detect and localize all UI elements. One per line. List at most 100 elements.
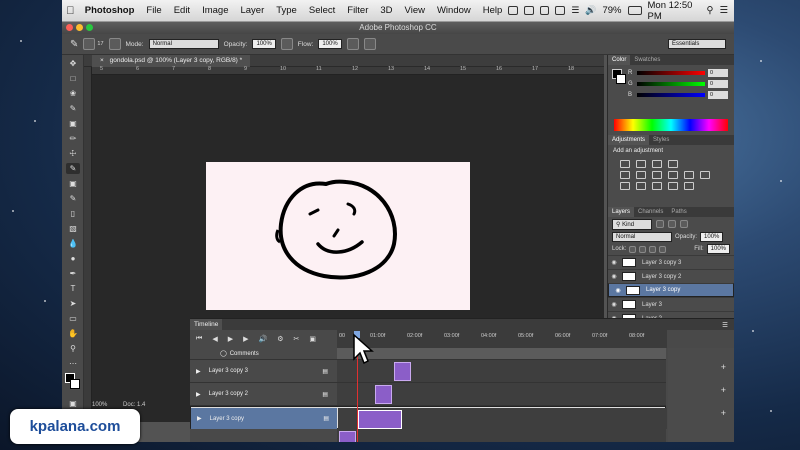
quick-mask-icon[interactable]: ▣ bbox=[66, 398, 80, 409]
comments-track[interactable] bbox=[337, 348, 666, 359]
spotlight-icon[interactable]: ⚲ bbox=[707, 5, 714, 16]
brightness-icon[interactable] bbox=[620, 160, 630, 168]
color-spectrum[interactable] bbox=[614, 119, 728, 131]
opacity-field[interactable]: 100% bbox=[252, 39, 276, 49]
path-select-tool-icon[interactable]: ➤ bbox=[66, 298, 80, 309]
wifi-icon[interactable]: ☰ bbox=[571, 5, 579, 16]
settings-icon[interactable]: ⚙ bbox=[277, 335, 283, 343]
menu-help[interactable]: Help bbox=[477, 5, 509, 16]
blend-mode-select[interactable]: Normal bbox=[612, 232, 672, 242]
transition-icon[interactable]: ▣ bbox=[309, 335, 316, 343]
lock-transparent-icon[interactable] bbox=[629, 245, 637, 253]
menu-type[interactable]: Type bbox=[270, 5, 303, 16]
crop-tool-icon[interactable]: ▣ bbox=[66, 118, 80, 129]
layer-opacity-field[interactable]: 100% bbox=[700, 232, 724, 242]
photo-filter-icon[interactable] bbox=[668, 171, 678, 179]
timeline-tab[interactable]: Timeline bbox=[190, 319, 223, 330]
timeline-track-row[interactable]: ▶ Layer 3 copy 2 ▤ bbox=[190, 383, 666, 406]
quick-select-tool-icon[interactable]: ✎ bbox=[66, 103, 80, 114]
blue-slider[interactable] bbox=[637, 92, 705, 97]
gradient-map-icon[interactable] bbox=[668, 182, 678, 190]
posterize-icon[interactable] bbox=[636, 182, 646, 190]
pen-tool-icon[interactable]: ✒ bbox=[66, 268, 80, 279]
hand-tool-icon[interactable]: ✋ bbox=[66, 328, 80, 339]
color-balance-icon[interactable] bbox=[636, 171, 646, 179]
timeline-track-row-partial[interactable] bbox=[190, 429, 666, 442]
tab-adjustments[interactable]: Adjustments bbox=[608, 135, 650, 145]
workspace-select[interactable]: Essentials bbox=[668, 39, 726, 49]
brush-tool-icon[interactable]: ✎ bbox=[70, 39, 78, 50]
timeline-menu-icon[interactable]: ☰ bbox=[722, 321, 728, 329]
menu-select[interactable]: Select bbox=[303, 5, 341, 16]
comment-icon[interactable]: ◯ bbox=[220, 350, 227, 357]
battery-percent[interactable]: 79% bbox=[602, 5, 621, 16]
split-icon[interactable]: ✂ bbox=[293, 335, 299, 343]
next-frame-icon[interactable]: ▶ bbox=[243, 335, 248, 343]
channel-mixer-icon[interactable] bbox=[684, 171, 694, 179]
gradient-tool-icon[interactable]: ▧ bbox=[66, 223, 80, 234]
lookup-icon[interactable] bbox=[700, 171, 710, 179]
blue-channel-row[interactable]: B 0 bbox=[608, 89, 734, 100]
bluetooth-icon[interactable] bbox=[539, 6, 550, 15]
minimize-window-button[interactable] bbox=[76, 24, 83, 31]
menu-filter[interactable]: Filter bbox=[341, 5, 374, 16]
menu-image[interactable]: Image bbox=[196, 5, 234, 16]
close-window-button[interactable] bbox=[66, 24, 73, 31]
color-bg-swatch[interactable] bbox=[616, 74, 626, 84]
tab-paths[interactable]: Paths bbox=[667, 207, 690, 217]
document-canvas[interactable] bbox=[206, 162, 470, 310]
pressure-opacity-icon[interactable] bbox=[280, 38, 293, 50]
more-tools-icon[interactable]: ⋯ bbox=[66, 358, 80, 369]
tab-color[interactable]: Color bbox=[608, 55, 631, 65]
track-lane[interactable] bbox=[337, 360, 666, 382]
bw-icon[interactable] bbox=[652, 171, 662, 179]
layer-row[interactable]: ◉ Layer 3 copy 2 bbox=[608, 269, 734, 283]
invert-icon[interactable] bbox=[620, 182, 630, 190]
add-media-icon[interactable]: + bbox=[721, 362, 726, 372]
zoom-window-button[interactable] bbox=[86, 24, 93, 31]
red-channel-row[interactable]: R 0 bbox=[608, 67, 734, 78]
timeline-clip[interactable] bbox=[375, 385, 392, 404]
levels-icon[interactable] bbox=[636, 160, 646, 168]
eye-icon[interactable]: ◉ bbox=[608, 301, 620, 308]
curves-icon[interactable] bbox=[652, 160, 662, 168]
doc-size[interactable]: Doc: 1.4 bbox=[123, 402, 145, 408]
timeline-clip-selected[interactable] bbox=[358, 410, 402, 429]
notifications-icon[interactable]: ☰ bbox=[719, 5, 728, 16]
menu-layer[interactable]: Layer bbox=[234, 5, 270, 16]
expand-triangle-icon[interactable]: ▶ bbox=[197, 415, 202, 422]
track-lane[interactable] bbox=[337, 383, 666, 405]
eyedropper-tool-icon[interactable]: ✏ bbox=[66, 133, 80, 144]
add-media-icon[interactable]: + bbox=[721, 408, 726, 418]
red-value[interactable]: 0 bbox=[708, 68, 728, 77]
brush-panel-icon[interactable] bbox=[108, 38, 121, 50]
expand-triangle-icon[interactable]: ▶ bbox=[196, 368, 201, 375]
track-lane[interactable] bbox=[338, 408, 667, 429]
tab-styles[interactable]: Styles bbox=[649, 135, 673, 145]
layer-row-selected[interactable]: ◉ Layer 3 copy bbox=[608, 283, 734, 297]
fill-field[interactable]: 100% bbox=[706, 244, 730, 254]
green-value[interactable]: 0 bbox=[708, 79, 728, 88]
eye-icon[interactable]: ◉ bbox=[608, 273, 620, 280]
prev-frame-icon[interactable]: ◀ bbox=[212, 335, 217, 343]
timemachine-icon[interactable] bbox=[555, 6, 566, 15]
pressure-size-icon[interactable] bbox=[363, 38, 376, 50]
menu-window[interactable]: Window bbox=[431, 5, 477, 16]
dodge-tool-icon[interactable]: ● bbox=[66, 253, 80, 264]
tab-swatches[interactable]: Swatches bbox=[630, 55, 664, 65]
add-media-icon[interactable]: + bbox=[721, 385, 726, 395]
timeline-clip[interactable] bbox=[339, 431, 356, 442]
brush-preset-picker[interactable]: 17 bbox=[83, 38, 104, 50]
track-header[interactable]: ▶ Layer 3 copy 3 ▤ bbox=[190, 360, 336, 382]
menu-3d[interactable]: 3D bbox=[374, 5, 398, 16]
threshold-icon[interactable] bbox=[652, 182, 662, 190]
zoom-level[interactable]: 100% bbox=[92, 402, 107, 408]
timeline-ruler[interactable]: 00 01:00f 02:00f 03:00f 04:00f 05:00f 06… bbox=[337, 330, 667, 348]
mode-select[interactable]: Normal bbox=[148, 39, 219, 49]
close-tab-icon[interactable]: × bbox=[100, 57, 104, 64]
marquee-tool-icon[interactable]: □ bbox=[66, 73, 80, 84]
screen-icon[interactable] bbox=[524, 6, 534, 15]
layer-row[interactable]: ◉ Layer 3 copy 3 bbox=[608, 255, 734, 269]
eraser-tool-icon[interactable]: ▯ bbox=[66, 208, 80, 219]
menu-app[interactable]: Photoshop bbox=[79, 5, 141, 16]
